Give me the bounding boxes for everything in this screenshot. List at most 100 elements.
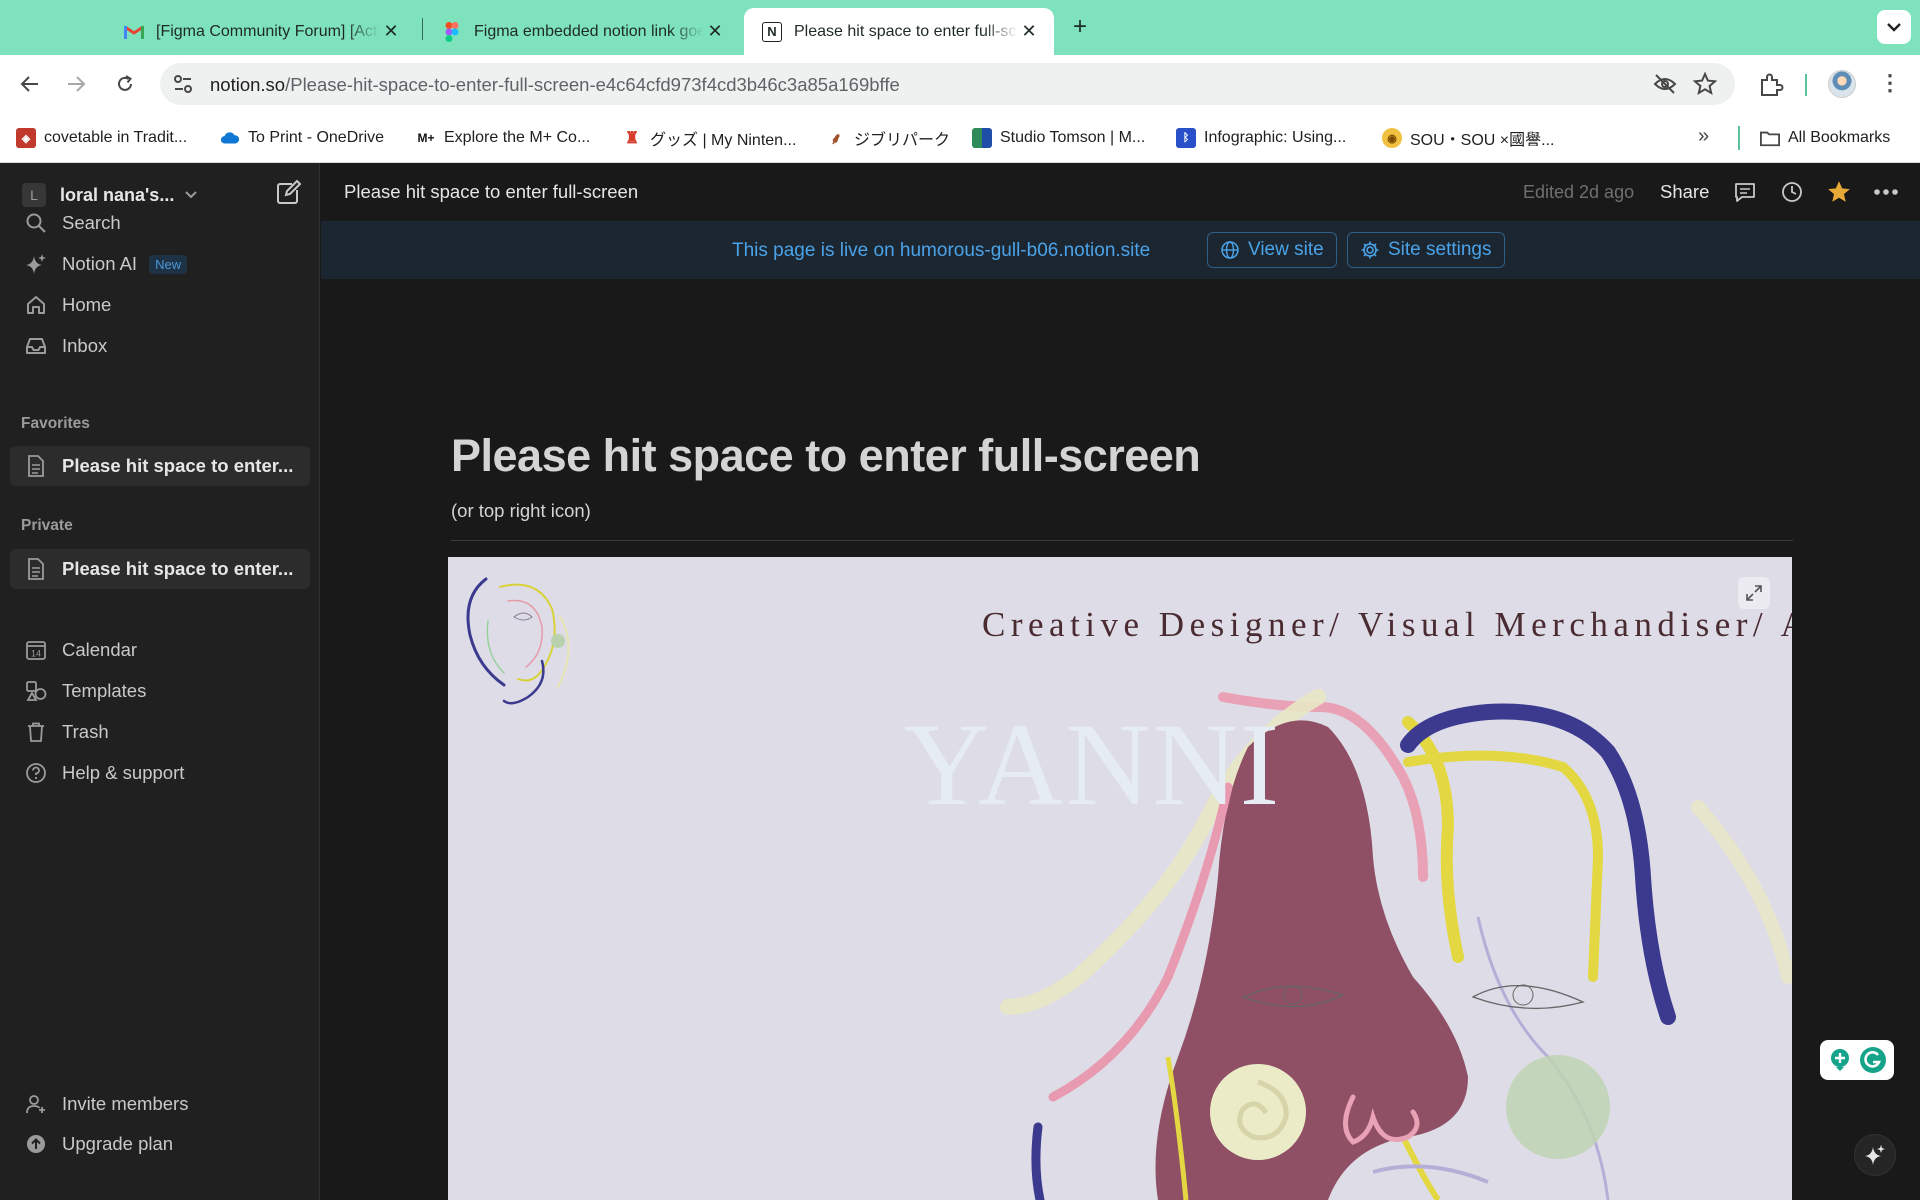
home-icon — [24, 293, 48, 317]
sidebar-page-favorite[interactable]: Please hit space to enter... — [10, 446, 310, 486]
tab-title: [Figma Community Forum] [Action required… — [156, 22, 380, 40]
sparkle-icon — [24, 252, 48, 276]
sidebar-item-label: Please hit space to enter... — [62, 455, 294, 476]
divider — [451, 540, 1793, 541]
tab-separator — [422, 18, 423, 40]
sidebar-item-templates[interactable]: Templates — [10, 673, 310, 709]
sidebar-item-trash[interactable]: Trash — [10, 714, 310, 750]
covetable-icon: ◈ — [16, 128, 36, 148]
back-button[interactable] — [15, 69, 45, 99]
bookmark-star-icon[interactable] — [1693, 72, 1717, 96]
new-tab-button[interactable]: + — [1068, 12, 1092, 42]
view-site-button[interactable]: View site — [1207, 232, 1337, 268]
workspace-name: loral nana's... — [60, 184, 175, 205]
expand-icon — [1746, 585, 1762, 601]
figma-icon — [442, 21, 462, 42]
site-settings-button[interactable]: Site settings — [1347, 232, 1505, 268]
share-button[interactable]: Share — [1660, 181, 1709, 203]
bookmark-item[interactable]: To Print - OneDrive — [220, 125, 384, 151]
embed-watermark: YANNI — [904, 699, 1282, 830]
sidebar-item-label: Upgrade plan — [62, 1133, 174, 1154]
tab-search-button[interactable] — [1877, 10, 1911, 44]
forward-button[interactable] — [61, 69, 91, 99]
bookmark-item[interactable]: Studio Tomson | M... — [972, 125, 1145, 151]
sidebar-item-label: Inbox — [62, 335, 108, 356]
bookmark-item[interactable]: ᛒ Infographic: Using... — [1176, 125, 1346, 151]
calendar-icon: 14 — [24, 638, 48, 662]
infographic-icon: ᛒ — [1176, 128, 1196, 148]
notion-ai-button[interactable] — [1855, 1135, 1895, 1175]
fullscreen-button[interactable] — [1738, 577, 1770, 609]
grammarly-icon — [1860, 1047, 1886, 1073]
sidebar-item-help[interactable]: Help & support — [10, 755, 310, 791]
browser-tab-strip: [Figma Community Forum] [Action required… — [0, 0, 1920, 55]
close-icon[interactable]: ✕ — [1018, 21, 1040, 42]
globe-icon — [1221, 241, 1239, 259]
bookmark-item[interactable]: ◈ covetable in Tradit... — [16, 125, 187, 151]
page-icon — [24, 454, 48, 478]
browser-tab-notion[interactable]: N Please hit space to enter full-screen … — [744, 8, 1054, 55]
tab-title: Please hit space to enter full-screen — [794, 22, 1018, 40]
url-host: notion.so — [210, 74, 286, 95]
profile-avatar[interactable] — [1828, 70, 1856, 98]
sidebar-item-label: Search — [62, 212, 121, 233]
bookmark-label: covetable in Tradit... — [44, 129, 188, 146]
figma-embed[interactable]: YANNI Creative Designer/ Visual Merchand… — [448, 557, 1792, 1200]
more-options-button[interactable] — [1872, 178, 1900, 206]
favorite-button[interactable] — [1825, 178, 1853, 206]
page-subtitle[interactable]: (or top right icon) — [451, 500, 591, 522]
eye-off-icon[interactable] — [1653, 73, 1677, 95]
sidebar-item-notion-ai[interactable]: Notion AI New — [10, 246, 310, 282]
site-info-icon[interactable] — [172, 73, 194, 95]
sidebar-item-home[interactable]: Home — [10, 287, 310, 323]
sidebar-item-label: Help & support — [62, 762, 185, 783]
url-text[interactable]: notion.so/Please-hit-space-to-enter-full… — [210, 74, 900, 96]
new-page-icon[interactable] — [274, 179, 302, 207]
sousou-icon: ◉ — [1382, 128, 1402, 148]
invite-icon — [24, 1092, 48, 1116]
browser-tab-figma[interactable]: Figma embedded notion link goes ✕ — [424, 8, 740, 55]
bookmarks-overflow-button[interactable]: » — [1698, 125, 1709, 148]
more-horizontal-icon — [1874, 189, 1898, 195]
bookmark-label: To Print - OneDrive — [248, 129, 385, 146]
grammarly-widget[interactable] — [1820, 1040, 1894, 1080]
bookmark-item[interactable]: ◉ SOU・SOU ×國譽... — [1382, 125, 1554, 151]
history-button[interactable] — [1778, 178, 1806, 206]
sidebar-item-label: Notion AI — [62, 253, 138, 274]
sidebar-page-private[interactable]: Please hit space to enter... — [10, 549, 310, 589]
sidebar-item-upgrade-plan[interactable]: Upgrade plan — [10, 1126, 310, 1162]
sidebar-item-search[interactable]: Search — [10, 205, 310, 241]
bookmark-item[interactable]: ♜ グッズ | My Ninten... — [622, 125, 797, 151]
published-site-banner: This page is live on humorous-gull-b06.n… — [321, 221, 1920, 279]
close-icon[interactable]: ✕ — [704, 21, 726, 42]
upgrade-icon — [24, 1132, 48, 1156]
bookmark-item[interactable]: M+ Explore the M+ Co... — [416, 125, 590, 151]
page-icon — [24, 557, 48, 581]
sidebar-item-label: Trash — [62, 721, 109, 742]
chevron-down-icon — [1887, 23, 1901, 32]
sidebar-item-label: Calendar — [62, 639, 138, 660]
address-bar[interactable]: notion.so/Please-hit-space-to-enter-full… — [160, 63, 1735, 105]
bookmarks-bar: ◈ covetable in Tradit... To Print - OneD… — [0, 113, 1920, 163]
new-badge: New — [149, 254, 188, 274]
edited-timestamp: Edited 2d ago — [1523, 182, 1635, 202]
close-icon[interactable]: ✕ — [380, 21, 402, 42]
sidebar-item-invite-members[interactable]: Invite members — [10, 1086, 310, 1122]
sidebar: L loral nana's... Search Notion AI New H… — [0, 163, 320, 1200]
all-bookmarks-button[interactable]: All Bookmarks — [1760, 125, 1890, 151]
extensions-icon[interactable] — [1758, 72, 1784, 98]
reload-button[interactable] — [110, 69, 140, 99]
bookmark-label: Explore the M+ Co... — [444, 129, 591, 146]
bookmark-label: グッズ | My Ninten... — [650, 132, 797, 149]
lightbulb-icon — [1831, 1049, 1849, 1071]
browser-tab-gmail[interactable]: [Figma Community Forum] [Action required… — [106, 8, 416, 55]
sidebar-item-calendar[interactable]: 14 Calendar — [10, 632, 310, 668]
breadcrumb[interactable]: Please hit space to enter full-screen — [344, 181, 638, 203]
sidebar-item-label: Home — [62, 294, 112, 315]
page-title[interactable]: Please hit space to enter full-screen — [451, 430, 1201, 482]
gmail-icon — [124, 22, 144, 42]
sidebar-item-inbox[interactable]: Inbox — [10, 328, 310, 364]
more-vertical-icon[interactable]: ⋮ — [1878, 69, 1902, 99]
comments-button[interactable] — [1731, 178, 1759, 206]
bookmark-item[interactable]: ⸙ ジブリパーク — [826, 125, 950, 151]
